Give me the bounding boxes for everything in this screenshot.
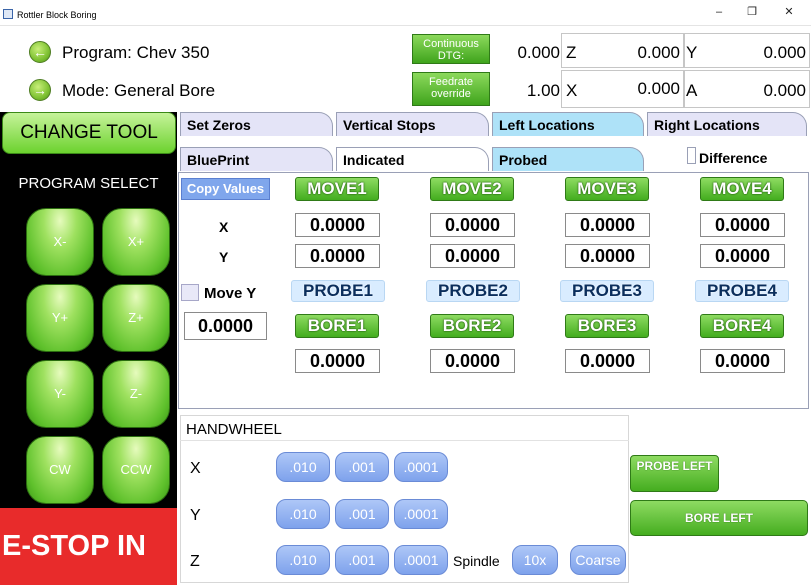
x-row-label: X: [219, 219, 229, 235]
bore1-value[interactable]: 0.0000: [295, 349, 380, 373]
probe2-button[interactable]: PROBE2: [426, 280, 520, 302]
tab-blueprint[interactable]: BluePrint: [180, 147, 333, 171]
y-inc-010-button[interactable]: .010: [276, 499, 330, 529]
jog-y-minus-button[interactable]: Y-: [26, 360, 94, 428]
move-y-checkbox[interactable]: [181, 284, 199, 301]
tab-left-locations[interactable]: Left Locations: [492, 112, 644, 136]
move-y-label: Move Y: [204, 285, 257, 302]
bore-left-button[interactable]: BORE LEFT: [630, 500, 808, 536]
bore3-button[interactable]: BORE3: [565, 314, 649, 338]
forward-arrow-icon[interactable]: →: [29, 79, 51, 101]
move1-button[interactable]: MOVE1: [295, 177, 379, 201]
title-bar: [0, 0, 811, 26]
x1-value[interactable]: 0.0000: [295, 213, 380, 237]
bore1-button[interactable]: BORE1: [295, 314, 379, 338]
spindle-cw-button[interactable]: CW: [26, 436, 94, 504]
program-select-label[interactable]: PROGRAM SELECT: [0, 175, 177, 192]
tab-set-zeros[interactable]: Set Zeros: [180, 112, 333, 136]
tab-indicated[interactable]: Indicated: [336, 147, 489, 171]
probe1-button[interactable]: PROBE1: [291, 280, 385, 302]
back-arrow-icon[interactable]: ←: [29, 41, 51, 63]
axis-y-label: Y: [686, 43, 698, 62]
handwheel-x-label: X: [190, 460, 201, 477]
spindle-ccw-button[interactable]: CCW: [102, 436, 170, 504]
x3-value[interactable]: 0.0000: [565, 213, 650, 237]
feedrate-override-button[interactable]: Feedrate override: [412, 72, 490, 106]
estop-button[interactable]: E-STOP IN: [0, 508, 177, 585]
bore4-button[interactable]: BORE4: [700, 314, 784, 338]
jog-y-plus-button[interactable]: Y+: [26, 284, 94, 352]
bore3-value[interactable]: 0.0000: [565, 349, 650, 373]
probe3-button[interactable]: PROBE3: [560, 280, 654, 302]
y-inc-001-button[interactable]: .001: [335, 499, 389, 529]
bore2-value[interactable]: 0.0000: [430, 349, 515, 373]
x4-value[interactable]: 0.0000: [700, 213, 785, 237]
move4-button[interactable]: MOVE4: [700, 177, 784, 201]
tab-vertical-stops[interactable]: Vertical Stops: [336, 112, 489, 136]
close-button[interactable]: ✕: [775, 2, 803, 22]
y-row-label: Y: [219, 249, 229, 265]
spindle-10x-button[interactable]: 10x: [512, 545, 558, 575]
spindle-coarse-button[interactable]: Coarse: [570, 545, 626, 575]
mode-label: Mode: General Bore: [62, 81, 216, 100]
axis-x-label: X: [566, 81, 578, 100]
tab-probed[interactable]: Probed: [492, 147, 644, 171]
feedrate-value: 1.00: [526, 81, 560, 100]
dtg-value: 0.000: [517, 43, 560, 62]
z-inc-010-button[interactable]: .010: [276, 545, 330, 575]
minimize-button[interactable]: –: [705, 2, 733, 22]
move-y-input[interactable]: 0.0000: [184, 312, 267, 340]
x2-value[interactable]: 0.0000: [430, 213, 515, 237]
jog-x-minus-button[interactable]: X-: [26, 208, 94, 276]
axis-y-value: 0.000: [763, 43, 806, 62]
y-inc-0001-button[interactable]: .0001: [394, 499, 448, 529]
jog-z-minus-button[interactable]: Z-: [102, 360, 170, 428]
bore2-button[interactable]: BORE2: [430, 314, 514, 338]
y3-value[interactable]: 0.0000: [565, 244, 650, 268]
maximize-button[interactable]: ❐: [738, 2, 766, 22]
move2-button[interactable]: MOVE2: [430, 177, 514, 201]
jog-z-plus-button[interactable]: Z+: [102, 284, 170, 352]
z-inc-001-button[interactable]: .001: [335, 545, 389, 575]
difference-checkbox[interactable]: [687, 147, 696, 164]
program-label: Program: Chev 350: [62, 43, 210, 62]
app-icon: [3, 9, 13, 19]
jog-x-plus-button[interactable]: X+: [102, 208, 170, 276]
x-inc-0001-button[interactable]: .0001: [394, 452, 448, 482]
y4-value[interactable]: 0.0000: [700, 244, 785, 268]
axis-a-value: 0.000: [763, 81, 806, 100]
spindle-label: Spindle: [453, 553, 500, 569]
probe4-button[interactable]: PROBE4: [695, 280, 789, 302]
y2-value[interactable]: 0.0000: [430, 244, 515, 268]
z-inc-0001-button[interactable]: .0001: [394, 545, 448, 575]
handwheel-divider: [180, 440, 629, 441]
axis-z-label: Z: [566, 43, 577, 62]
copy-values-button[interactable]: Copy Values: [181, 178, 270, 200]
difference-label: Difference: [699, 150, 768, 166]
change-tool-button[interactable]: CHANGE TOOL: [2, 112, 176, 154]
handwheel-z-label: Z: [190, 553, 200, 570]
bore4-value[interactable]: 0.0000: [700, 349, 785, 373]
move3-button[interactable]: MOVE3: [565, 177, 649, 201]
x-inc-010-button[interactable]: .010: [276, 452, 330, 482]
window-title: Rottler Block Boring: [17, 10, 97, 20]
x-inc-001-button[interactable]: .001: [335, 452, 389, 482]
axis-x-value: 0.000: [637, 79, 680, 98]
axis-a-label: A: [686, 81, 698, 100]
handwheel-title: HANDWHEEL: [186, 421, 282, 438]
tab-right-locations[interactable]: Right Locations: [647, 112, 807, 136]
continuous-dtg-button[interactable]: Continuous DTG:: [412, 34, 490, 64]
axis-z-value: 0.000: [637, 43, 680, 62]
probe-left-button[interactable]: PROBE LEFT: [630, 455, 719, 492]
handwheel-y-label: Y: [190, 507, 201, 524]
y1-value[interactable]: 0.0000: [295, 244, 380, 268]
